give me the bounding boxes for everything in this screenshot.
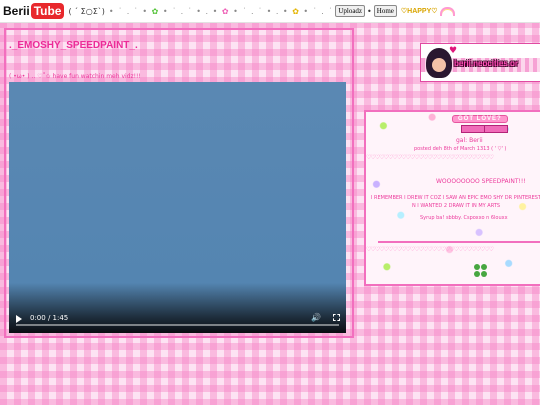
- video-info-sidebar: GOT LOVE? gal: Berii posted deh 8th of M…: [364, 110, 540, 286]
- share-button[interactable]: [484, 125, 508, 133]
- logo-text-part1: Berii: [3, 4, 30, 18]
- love-button[interactable]: [461, 125, 485, 133]
- video-player[interactable]: 0:00 / 1:45 🔊: [9, 82, 346, 333]
- fullscreen-icon[interactable]: [333, 314, 340, 321]
- rainbow-icon: [439, 6, 455, 16]
- divider-line: [378, 241, 540, 243]
- pink-flower-icon: ✿: [221, 6, 230, 16]
- top-bar: Berii Tube ( ´ Σ○Σ`) • ˙ . ˙ • ✿ • ˙ . ˙…: [0, 0, 540, 23]
- description-title: WOOOOOOOO SPEEDPAINT!!!: [436, 178, 526, 185]
- happy-label: ♡HAPPY♡: [400, 8, 438, 15]
- home-button[interactable]: Home: [373, 5, 397, 17]
- banner-text: berii.neocities.or: [454, 59, 519, 68]
- header-decoration: • ˙ . ˙ • ✿ • ˙ . ˙ • . • ✿ • ˙ . ˙ • . …: [108, 6, 334, 16]
- separator-bullet: •: [367, 6, 372, 16]
- sunflower-icon: ✿: [292, 6, 300, 16]
- author-name: gal: Berii: [456, 137, 483, 144]
- video-controls: 0:00 / 1:45 🔊: [9, 299, 346, 333]
- site-banner[interactable]: ♥ berii.neocities.or: [420, 43, 540, 82]
- posted-date: posted deh 8th of March 1313 ( ' ▽' ): [414, 146, 507, 152]
- clover-icon: [474, 264, 488, 278]
- sparkle-note: Syrup ba! sbbby. Cspoxxo n 6louxx: [420, 215, 508, 221]
- volume-icon[interactable]: 🔊: [311, 313, 321, 322]
- video-subtitle: ( •ω• ) .. ♡˚✩ have fun watchin meh vidz…: [9, 73, 141, 80]
- seek-bar[interactable]: [16, 324, 339, 326]
- upload-button[interactable]: Uploadz: [335, 5, 366, 17]
- got-love-badge: GOT LOVE?: [452, 115, 508, 123]
- play-icon[interactable]: [16, 315, 22, 323]
- video-description: I REMEMBER I DREW IT COZ I SAW AN EPIC E…: [370, 195, 540, 209]
- video-time: 0:00 / 1:45: [30, 314, 69, 322]
- video-title: ._EMOSHY_SPEEDPAINT_.: [9, 40, 138, 51]
- logo-text-part2: Tube: [30, 3, 65, 19]
- green-flower-icon: ✿: [151, 6, 160, 16]
- hearts-divider: ♡♡♡♡♡♡♡♡♡♡♡♡♡♡♡♡♡♡♡♡♡♡♡♡♡♡♡♡♡: [366, 154, 494, 161]
- hearts-divider-bottom: ♡♡♡♡♡♡♡♡♡♡♡♡♡♡♡♡♡♡♡♡♡♡♡♡♡♡♡♡♡: [366, 246, 494, 253]
- heart-icon: ♥: [449, 46, 458, 56]
- site-logo[interactable]: Berii Tube: [2, 3, 65, 20]
- header-kaomoji: ( ´ Σ○Σ`): [68, 6, 105, 16]
